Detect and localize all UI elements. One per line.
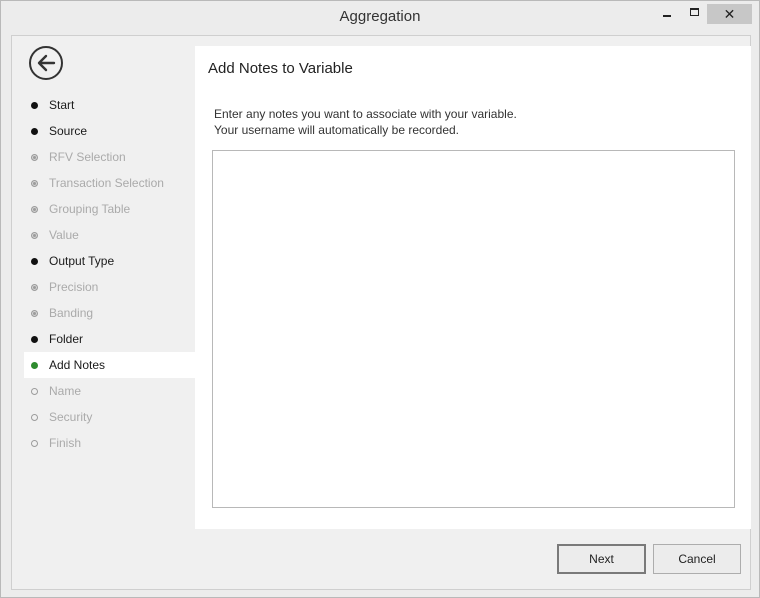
window-title: Aggregation [339,8,421,25]
step-transaction-selection[interactable]: Transaction Selection [24,170,195,196]
step-status-icon [31,127,38,135]
close-icon: ✕ [723,5,736,22]
step-label: Banding [49,306,94,320]
aggregation-window: Aggregation ✕ Start Source RFV Selection Tr… [0,0,760,598]
step-folder[interactable]: Folder [24,326,195,352]
step-grouping-table[interactable]: Grouping Table [24,196,195,222]
wizard-body: Start Source RFV Selection Transaction Sele… [11,35,751,590]
back-button[interactable] [29,46,63,80]
page-title: Add Notes to Variable [208,60,353,77]
step-status-icon [31,283,38,291]
step-label: RFV Selection [49,150,126,164]
step-label: Folder [49,332,84,346]
step-name: Name [24,378,195,404]
step-status-icon [31,179,38,187]
step-label: Value [49,228,79,242]
step-rfv-selection[interactable]: RFV Selection [24,144,195,170]
step-finish: Finish [24,430,195,456]
step-source[interactable]: Source [24,118,195,144]
step-status-icon [31,335,38,343]
maximize-button[interactable] [683,4,705,24]
back-arrow-icon [37,54,56,72]
step-status-icon [31,153,38,161]
close-button[interactable]: ✕ [707,4,752,24]
step-label: Transaction Selection [49,176,164,190]
step-precision[interactable]: Precision [24,274,195,300]
cancel-button[interactable]: Cancel [653,544,741,574]
step-status-icon [31,439,38,447]
step-label: Add Notes [49,358,106,372]
minimize-icon [663,14,671,17]
step-status-icon [31,309,38,317]
maximize-icon [689,8,699,16]
step-value[interactable]: Value [24,222,195,248]
instruction-line-2: Your username will automatically be reco… [214,123,460,137]
step-status-icon [31,101,38,109]
instructions: Enter any notes you want to associate wi… [214,106,517,138]
step-add-notes[interactable]: Add Notes [24,352,195,378]
instruction-line-1: Enter any notes you want to associate wi… [214,107,517,121]
step-label: Precision [49,280,99,294]
step-start[interactable]: Start [24,92,195,118]
wizard-steps: Start Source RFV Selection Transaction Sele… [24,92,195,456]
step-label: Source [49,124,88,138]
step-label: Security [49,410,93,424]
step-label: Name [49,384,82,398]
notes-panel: Add Notes to Variable Enter any notes yo… [195,46,751,529]
step-status-icon [31,205,38,213]
step-label: Start [49,98,75,112]
next-button[interactable]: Next [557,544,646,574]
step-label: Finish [49,436,82,450]
step-status-icon [31,231,38,239]
step-status-icon [31,257,38,265]
step-status-icon [31,387,38,395]
step-label: Output Type [49,254,115,268]
step-output-type[interactable]: Output Type [24,248,195,274]
step-security: Security [24,404,195,430]
step-status-icon [31,413,38,421]
step-banding[interactable]: Banding [24,300,195,326]
step-label: Grouping Table [49,202,131,216]
title-bar: Aggregation ✕ [1,1,759,35]
notes-textarea[interactable] [212,150,735,508]
step-status-icon [31,361,38,369]
minimize-button[interactable] [655,4,679,24]
